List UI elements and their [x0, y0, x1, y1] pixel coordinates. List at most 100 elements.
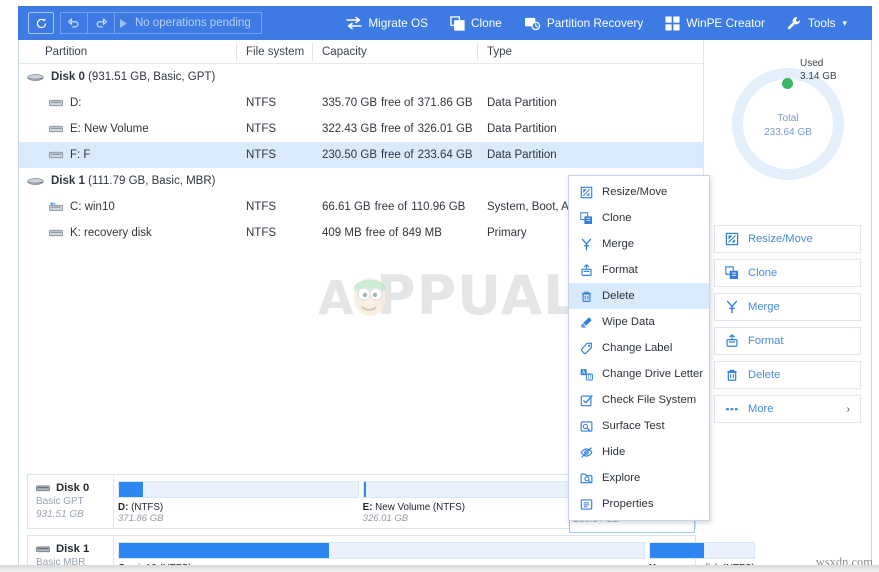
side-button-resize-move[interactable]: Resize/Move	[714, 225, 861, 253]
partition-name: F: F	[70, 149, 91, 161]
context-menu-item-hide[interactable]: Hide	[569, 439, 709, 465]
cell-capacity: 230.50 GB free of 233.64 GB	[313, 142, 478, 168]
partition-icon	[49, 228, 63, 238]
capacity-total: 233.64 GB	[417, 149, 473, 161]
disk-small-icon	[36, 545, 50, 554]
explore-icon	[580, 473, 592, 483]
side-button-format[interactable]: Format	[714, 327, 861, 355]
side-button-clone[interactable]: Clone	[714, 259, 861, 287]
partition-list-header: Partition File system Capacity Type	[19, 40, 704, 64]
side-button-merge[interactable]: Merge	[714, 293, 861, 321]
clone-label: Clone	[471, 16, 502, 30]
partition-icon	[49, 229, 63, 237]
apply-operations-button[interactable]: No operations pending	[115, 17, 261, 29]
system-partition-icon	[49, 202, 63, 211]
context-menu-item-merge[interactable]: Merge	[569, 231, 709, 257]
content-frame: Partition File system Capacity Type Disk…	[18, 40, 872, 572]
cell-file-system: NTFS	[246, 149, 277, 161]
properties-icon	[579, 498, 593, 511]
delete-icon	[725, 368, 739, 382]
context-menu-item-delete[interactable]: Delete	[569, 283, 709, 309]
migrate-os-label: Migrate OS	[368, 16, 429, 30]
clone-icon	[725, 266, 739, 280]
capacity-free: 230.50 GB	[322, 149, 377, 161]
partition-map-capacity: 326.01 GB	[362, 513, 409, 524]
partition-map-capacity: 371.86 GB	[118, 513, 164, 524]
context-menu-item-properties[interactable]: Properties	[569, 491, 709, 517]
play-icon	[120, 18, 127, 28]
column-header-capacity[interactable]: Capacity	[313, 40, 478, 64]
total-value: 233.64 GB	[764, 127, 812, 138]
migrate-os-button[interactable]: Migrate OS	[335, 8, 439, 38]
delete-icon	[579, 290, 593, 303]
capacity-of: free of	[380, 123, 414, 135]
column-header-partition[interactable]: Partition	[19, 40, 237, 64]
redo-button[interactable]	[88, 12, 115, 34]
merge-icon	[726, 300, 738, 314]
clone-icon	[579, 211, 593, 225]
context-menu-item-explore[interactable]: Explore	[569, 465, 709, 491]
winpe-creator-button[interactable]: WinPE Creator	[654, 8, 776, 38]
context-menu-item-clone[interactable]: Clone	[569, 205, 709, 231]
partition-row[interactable]: D: NTFS 335.70 GB free of 371.86 GB Data P…	[19, 90, 704, 116]
column-header-file-system[interactable]: File system	[237, 40, 313, 64]
partition-usage-bar	[649, 542, 755, 559]
disk-icon	[27, 176, 44, 187]
clone-button[interactable]: Clone	[439, 8, 513, 38]
partition-name: K: recovery disk	[70, 227, 152, 239]
toolbar-left-group: No operations pending	[28, 12, 262, 34]
context-menu-item-check-file-system[interactable]: Check File System	[569, 387, 709, 413]
partition-map-name: D: (NTFS)	[118, 502, 164, 513]
side-button-delete[interactable]: Delete	[714, 361, 861, 389]
partition-row[interactable]: F: F NTFS 230.50 GB free of 233.64 GB Data…	[19, 142, 704, 168]
cell-type: Data Partition	[487, 97, 557, 109]
side-button-label: More	[748, 403, 774, 415]
column-header-type[interactable]: Type	[478, 40, 678, 64]
disk-map-title: Disk 1	[36, 543, 113, 556]
toolbar-history-group: No operations pending	[60, 12, 262, 34]
side-button-more[interactable]: More ›	[714, 395, 861, 423]
partition-row[interactable]: E: New Volume NTFS 322.43 GB free of 326.0…	[19, 116, 704, 142]
context-menu-item-label: Resize/Move	[602, 186, 668, 198]
capacity-free: 66.61 GB	[322, 201, 371, 213]
capacity-total: 326.01 GB	[417, 123, 473, 135]
disk-map-partition[interactable]: D: (NTFS) 371.86 GB	[118, 481, 359, 528]
cell-partition: Disk 0 (931.51 GB, Basic, GPT)	[19, 64, 237, 90]
cell-capacity: 409 MB free of 849 MB	[313, 220, 478, 246]
capacity-of: free of	[365, 227, 399, 239]
partition-recovery-button[interactable]: Partition Recovery	[513, 8, 654, 38]
total-title: Total	[777, 113, 799, 124]
context-menu-item-resize-move[interactable]: Resize/Move	[569, 179, 709, 205]
disk-map-size: 931.51 GB	[36, 509, 84, 520]
partition-map-name: E: New Volume (NTFS)	[362, 502, 465, 513]
disk-map-partition[interactable]: E: New Volume (NTFS) 326.01 GB	[362, 481, 569, 528]
refresh-button[interactable]	[28, 12, 54, 34]
cell-capacity: 335.70 GB free of 371.86 GB	[313, 90, 478, 116]
wrench-icon	[787, 16, 802, 31]
refresh-icon	[36, 17, 46, 28]
undo-icon	[68, 18, 79, 28]
cell-partition: D:	[19, 90, 237, 116]
context-menu-item-label: Properties	[602, 498, 654, 510]
cell-file-system: NTFS	[246, 97, 277, 109]
context-menu-item-wipe-data[interactable]: Wipe Data	[569, 309, 709, 335]
disk-small-icon	[36, 485, 50, 492]
context-menu-item-format[interactable]: Format	[569, 257, 709, 283]
cell-type: Data Partition	[487, 123, 557, 135]
winpe-creator-icon	[665, 15, 680, 31]
undo-button[interactable]	[61, 12, 88, 34]
disk-row[interactable]: Disk 0 (931.51 GB, Basic, GPT)	[19, 64, 704, 90]
disk-icon	[27, 72, 44, 83]
cell-partition: Disk 1 (111.79 GB, Basic, MBR)	[19, 168, 237, 194]
context-menu-item-change-label[interactable]: Change Label	[569, 335, 709, 361]
disk-name: Disk 0	[51, 71, 85, 83]
tools-button[interactable]: Tools ▾	[776, 8, 858, 38]
chevron-down-icon: ▾	[842, 17, 847, 28]
partition-icon	[49, 150, 63, 160]
context-menu-item-label: Explore	[602, 472, 641, 484]
cell-file-system: NTFS	[246, 201, 277, 213]
context-menu-item-change-drive-letter[interactable]: A D Change Drive Letter	[569, 361, 709, 387]
context-menu-item-surface-test[interactable]: Surface Test	[569, 413, 709, 439]
column-header-type-label: Type	[487, 45, 512, 58]
explore-icon	[579, 472, 593, 485]
